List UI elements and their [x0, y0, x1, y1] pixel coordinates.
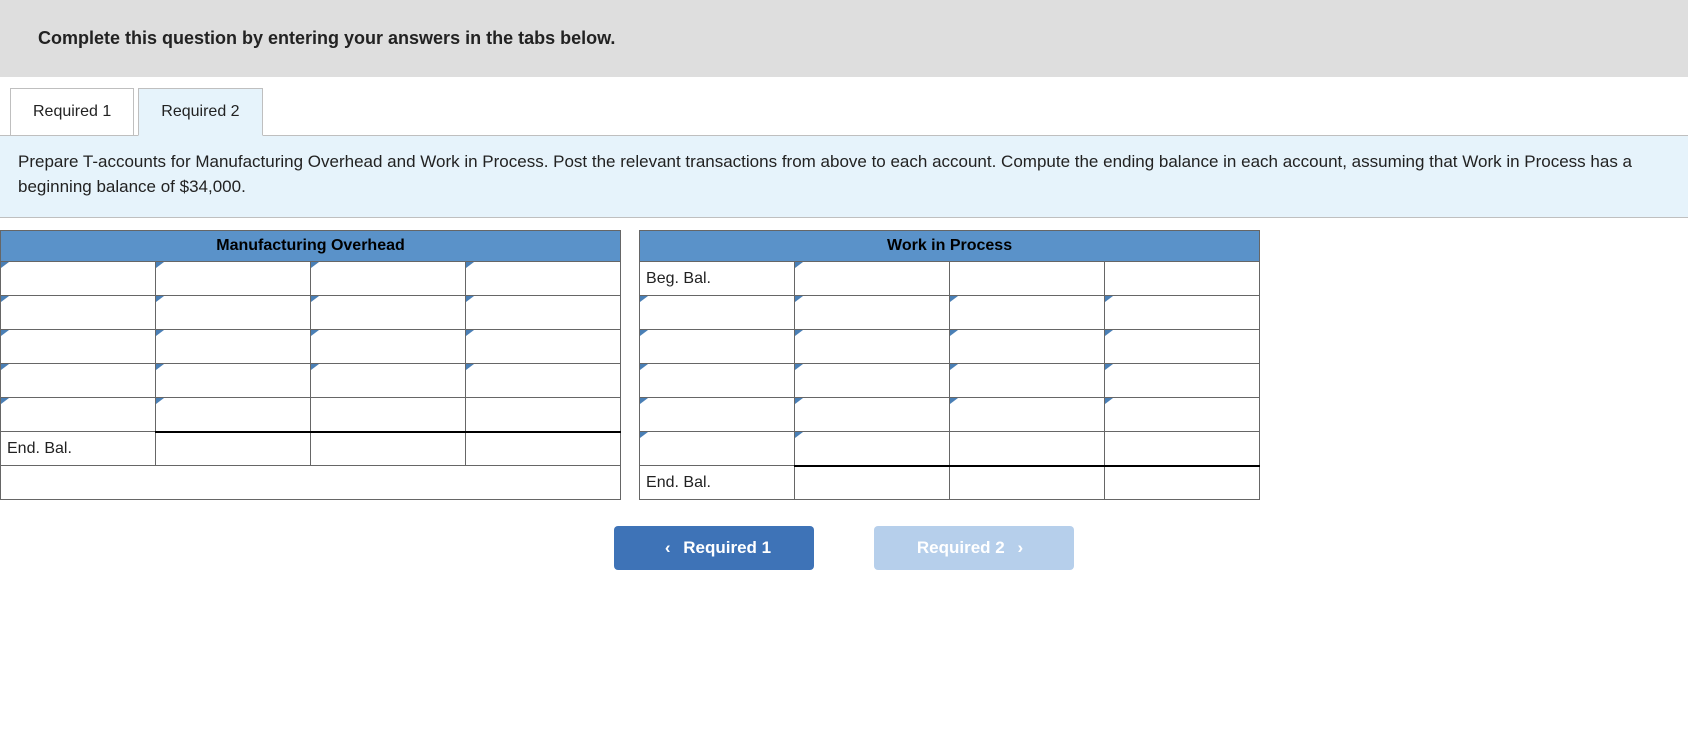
mo-credit-amt-2[interactable]	[466, 296, 621, 330]
t-account-manufacturing-overhead: Manufacturing Overhead	[0, 230, 621, 500]
mo-debit-amt-4[interactable]	[156, 364, 311, 398]
question-prompt: Prepare T-accounts for Manufacturing Ove…	[0, 135, 1688, 218]
prev-label: Required 1	[683, 538, 771, 557]
mo-end-bal-debit[interactable]	[156, 432, 311, 466]
wip-blank-r1b	[1105, 262, 1260, 296]
wip-debit-desc-5[interactable]	[640, 432, 795, 466]
wip-credit-amt-2[interactable]	[1105, 330, 1260, 364]
t-accounts-row: Manufacturing Overhead	[0, 230, 1688, 500]
mo-credit-desc-3[interactable]	[311, 330, 466, 364]
next-label: Required 2	[917, 538, 1005, 557]
mo-credit-spacer-a	[311, 398, 466, 432]
wip-debit-amt-1[interactable]	[795, 296, 950, 330]
instruction-banner: Complete this question by entering your …	[0, 0, 1688, 77]
mo-credit-spacer-b	[466, 398, 621, 432]
mo-credit-desc-1[interactable]	[311, 262, 466, 296]
wip-end-bal-extra	[1105, 466, 1260, 500]
wip-blank-r1a	[950, 262, 1105, 296]
wip-end-bal-debit[interactable]	[795, 466, 950, 500]
t-account-work-in-process: Work in Process Beg. Bal.	[639, 230, 1260, 500]
wip-beg-bal-label: Beg. Bal.	[640, 262, 795, 296]
mo-debit-desc-1[interactable]	[1, 262, 156, 296]
wip-end-bal-credit[interactable]	[950, 466, 1105, 500]
tab-required-1[interactable]: Required 1	[10, 88, 134, 136]
wip-title: Work in Process	[640, 231, 1260, 262]
mo-debit-desc-2[interactable]	[1, 296, 156, 330]
mo-title: Manufacturing Overhead	[1, 231, 621, 262]
mo-credit-desc-2[interactable]	[311, 296, 466, 330]
mo-debit-amt-5[interactable]	[156, 398, 311, 432]
nav-buttons: ‹ Required 1 Required 2 ›	[0, 526, 1688, 570]
mo-credit-amt-3[interactable]	[466, 330, 621, 364]
mo-end-bal-extra	[466, 432, 621, 466]
next-required-button: Required 2 ›	[874, 526, 1074, 570]
mo-end-bal-label: End. Bal.	[1, 432, 156, 466]
wip-debit-amt-2[interactable]	[795, 330, 950, 364]
wip-beg-bal-amt[interactable]	[795, 262, 950, 296]
chevron-left-icon: ‹	[665, 538, 671, 557]
wip-debit-desc-2[interactable]	[640, 330, 795, 364]
wip-debit-amt-3[interactable]	[795, 364, 950, 398]
mo-debit-amt-1[interactable]	[156, 262, 311, 296]
wip-credit-amt-1[interactable]	[1105, 296, 1260, 330]
prev-required-button[interactable]: ‹ Required 1	[614, 526, 814, 570]
chevron-right-icon: ›	[1017, 538, 1023, 557]
wip-credit-spacer-b	[1105, 432, 1260, 466]
tab-required-2[interactable]: Required 2	[138, 88, 262, 136]
mo-credit-desc-4[interactable]	[311, 364, 466, 398]
wip-debit-amt-4[interactable]	[795, 398, 950, 432]
mo-debit-desc-4[interactable]	[1, 364, 156, 398]
mo-footer-blank	[1, 466, 621, 500]
wip-debit-desc-4[interactable]	[640, 398, 795, 432]
tab-strip: Required 1 Required 2	[0, 87, 1688, 135]
mo-debit-amt-2[interactable]	[156, 296, 311, 330]
mo-debit-desc-5[interactable]	[1, 398, 156, 432]
wip-credit-amt-3[interactable]	[1105, 364, 1260, 398]
wip-credit-spacer-a	[950, 432, 1105, 466]
wip-credit-desc-3[interactable]	[950, 364, 1105, 398]
wip-credit-desc-4[interactable]	[950, 398, 1105, 432]
wip-debit-amt-5[interactable]	[795, 432, 950, 466]
mo-end-bal-credit[interactable]	[311, 432, 466, 466]
mo-credit-amt-1[interactable]	[466, 262, 621, 296]
wip-debit-desc-3[interactable]	[640, 364, 795, 398]
mo-credit-amt-4[interactable]	[466, 364, 621, 398]
wip-end-bal-label: End. Bal.	[640, 466, 795, 500]
mo-debit-desc-3[interactable]	[1, 330, 156, 364]
wip-credit-amt-4[interactable]	[1105, 398, 1260, 432]
wip-credit-desc-2[interactable]	[950, 330, 1105, 364]
mo-debit-amt-3[interactable]	[156, 330, 311, 364]
wip-credit-desc-1[interactable]	[950, 296, 1105, 330]
wip-debit-desc-1[interactable]	[640, 296, 795, 330]
